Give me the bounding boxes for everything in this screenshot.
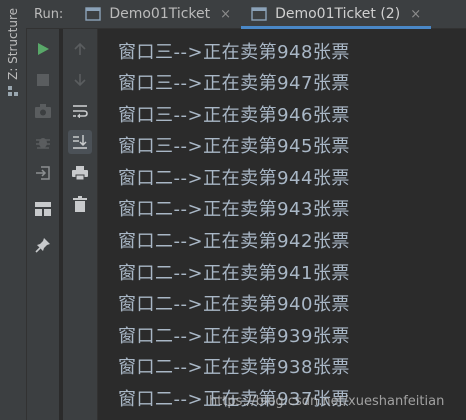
next-occurrence-button[interactable] [68, 68, 92, 92]
rerun-button[interactable] [31, 37, 55, 61]
console-line: 窗口三-->正在卖第946张票 [118, 105, 350, 126]
scroll-to-end-icon [73, 135, 87, 149]
structure-tab-label: Z: Structure [6, 8, 20, 80]
console-line: 窗口二-->正在卖第939张票 [118, 326, 350, 347]
dump-threads-button[interactable] [31, 99, 55, 123]
stop-button[interactable] [31, 68, 55, 92]
pin-icon [35, 238, 50, 253]
debug-button[interactable] [31, 130, 55, 154]
camera-icon [35, 104, 51, 118]
structure-icon [8, 85, 18, 96]
console-window-icon [85, 7, 102, 21]
console-line: 窗口二-->正在卖第943张票 [118, 199, 350, 220]
console-window-icon [251, 7, 267, 21]
restore-layout-button[interactable] [31, 197, 55, 221]
console-output[interactable]: 窗口三-->正在卖第948张票 窗口三-->正在卖第947张票 窗口三-->正在… [98, 29, 466, 420]
side-panel-strip: Z: Structure [0, 0, 27, 420]
debug-bug-icon [36, 138, 50, 149]
console-line: 窗口二-->正在卖第940张票 [118, 294, 350, 315]
up-arrow-icon [74, 42, 86, 55]
scroll-to-end-button[interactable] [68, 130, 92, 154]
structure-tool-window-tab[interactable]: Z: Structure [4, 8, 22, 108]
login-icon [36, 166, 50, 180]
run-icon [38, 43, 49, 55]
login-button[interactable] [31, 161, 55, 185]
down-arrow-icon [74, 74, 86, 87]
run-tab-bar: Run: Demo01Ticket × Demo01Ticket (2) × [26, 0, 466, 29]
layout-icon [35, 202, 51, 216]
tab-label: Demo01Ticket (2) [275, 6, 401, 22]
tab-label: Demo01Ticket [109, 6, 211, 22]
close-icon[interactable]: × [410, 7, 421, 22]
pin-tab-button[interactable] [31, 233, 55, 257]
run-toolbar-right [63, 29, 98, 420]
run-label: Run: [34, 6, 64, 22]
run-toolbar-left [27, 29, 59, 420]
trash-icon [73, 196, 87, 212]
console-line: 窗口二-->正在卖第941张票 [118, 263, 350, 284]
close-icon[interactable]: × [220, 7, 231, 22]
soft-wrap-button[interactable] [68, 99, 92, 123]
stop-icon [37, 74, 49, 86]
print-icon [72, 166, 88, 181]
watermark: https://blog.csdn.net/xueshanfeitian [209, 394, 445, 409]
soft-wrap-icon [73, 105, 88, 118]
clear-all-button[interactable] [68, 192, 92, 216]
print-button[interactable] [68, 161, 92, 185]
console-line: 窗口三-->正在卖第947张票 [118, 73, 350, 94]
console-line: 窗口二-->正在卖第944张票 [118, 168, 350, 189]
tab-demo01ticket[interactable]: Demo01Ticket × [75, 0, 241, 28]
tab-demo01ticket-2[interactable]: Demo01Ticket (2) × [241, 0, 432, 29]
console-line: 窗口二-->正在卖第942张票 [118, 231, 350, 252]
previous-occurrence-button[interactable] [68, 37, 92, 61]
console-line: 窗口三-->正在卖第945张票 [118, 136, 350, 157]
console-line: 窗口二-->正在卖第938张票 [118, 357, 350, 378]
console-line: 窗口三-->正在卖第948张票 [118, 42, 350, 63]
